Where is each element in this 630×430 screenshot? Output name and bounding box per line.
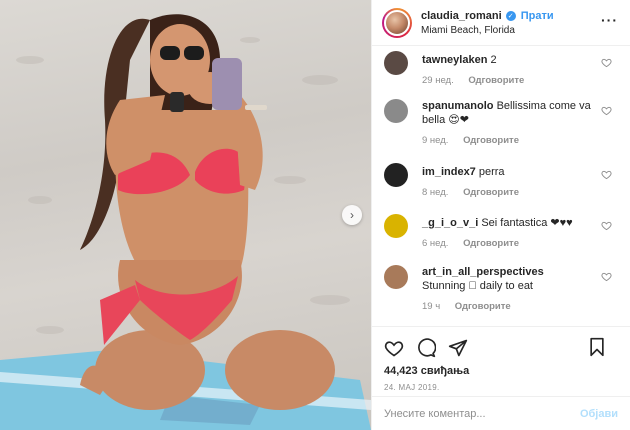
comment-item: art_in_all_perspectives Stunning 🏻 daily… [384,265,620,312]
comment-input[interactable] [384,407,564,420]
comment-username[interactable]: _g_i_o_v_i [422,217,478,229]
comment-text: art_in_all_perspectives Stunning 🏻 daily… [422,265,620,293]
comment-username[interactable]: tawneylaken [422,54,487,66]
comments-list[interactable]: tawneylaken 2 29 нед. Одговорите spanuma… [372,47,630,325]
commenter-avatar[interactable] [384,99,408,123]
comment-meta: 9 нед. Одговорите [422,135,620,146]
post-details-panel: claudia_romani ✓ Прати Miami Beach, Flor… [371,0,630,430]
reply-button[interactable]: Одговорите [463,187,519,198]
reply-button[interactable]: Одговорите [463,238,519,249]
comment-time: 8 нед. [422,187,449,198]
comment-time: 9 нед. [422,135,449,146]
comment-text: _g_i_o_v_i Sei fantastica ❤♥♥ [422,214,620,230]
comment-content: perra [478,166,505,178]
like-comment-heart-icon[interactable] [601,271,612,282]
like-comment-heart-icon[interactable] [601,220,612,231]
carousel-next-button[interactable]: › [342,205,362,225]
comment-content: Sei fantastica ❤♥♥ [481,217,573,229]
commenter-avatar[interactable] [384,214,408,238]
header-line: claudia_romani ✓ Прати [421,10,554,22]
post-date[interactable]: 24. МАЈ 2019. [384,383,618,392]
chevron-right-icon: › [350,208,354,222]
location-link[interactable]: Miami Beach, Florida [421,25,554,36]
comment-bubble-icon[interactable] [416,338,436,358]
commenter-avatar[interactable] [384,265,408,289]
comment-content: 2 [490,54,497,66]
comment-meta: 29 нед. Одговорите [422,75,620,86]
reply-button[interactable]: Одговорите [455,301,511,312]
comment-item: tawneylaken 2 29 нед. Одговорите [384,51,620,86]
avatar-image [384,9,410,36]
username-link[interactable]: claudia_romani [421,10,502,22]
bookmark-icon[interactable] [588,337,606,357]
comment-username[interactable]: art_in_all_perspectives [422,266,544,278]
comment-username[interactable]: im_index7 [422,166,476,178]
commenter-avatar[interactable] [384,51,408,75]
header-text: claudia_romani ✓ Прати Miami Beach, Flor… [421,10,554,36]
comment-time: 29 нед. [422,75,454,86]
comment-text: tawneylaken 2 [422,51,620,67]
like-comment-heart-icon[interactable] [601,57,612,68]
more-options-icon[interactable]: ··· [601,12,618,28]
comment-meta: 8 нед. Одговорите [422,187,620,198]
share-send-icon[interactable] [448,338,468,358]
post-actions: 44,423 свиђања 24. МАЈ 2019. [372,326,630,396]
follow-button[interactable]: Прати [521,10,554,22]
comment-time: 6 нед. [422,238,449,249]
post-photo[interactable]: › [0,0,371,430]
comment-content: Stunning 🏻 daily to eat [422,280,533,292]
comment-username[interactable]: spanumanolo [422,100,494,112]
like-comment-heart-icon[interactable] [601,105,612,116]
commenter-avatar[interactable] [384,163,408,187]
like-heart-icon[interactable] [384,338,404,358]
likes-count[interactable]: 44,423 свиђања [384,365,618,377]
comment-item: _g_i_o_v_i Sei fantastica ❤♥♥ 6 нед. Одг… [384,214,620,249]
like-comment-heart-icon[interactable] [601,169,612,180]
add-comment-bar: Објави [372,396,630,430]
action-icons [384,335,618,361]
comment-time: 19 ч [422,301,441,312]
photo-illustration [0,14,371,430]
comment-text: im_index7 perra [422,163,620,179]
comment-item: im_index7 perra 8 нед. Одговорите [384,163,620,198]
comment-meta: 6 нед. Одговорите [422,238,620,249]
post-header: claudia_romani ✓ Прати Miami Beach, Flor… [372,0,630,46]
profile-avatar[interactable] [382,7,412,38]
post-comment-button[interactable]: Објави [580,408,618,420]
comment-text: spanumanolo Bellissima come va bella 😍❤ [422,99,620,127]
comment-meta: 19 ч Одговорите [422,301,620,312]
reply-button[interactable]: Одговорите [463,135,519,146]
verified-badge-icon: ✓ [505,10,516,21]
comment-item: spanumanolo Bellissima come va bella 😍❤ … [384,99,620,146]
reply-button[interactable]: Одговорите [468,75,524,86]
